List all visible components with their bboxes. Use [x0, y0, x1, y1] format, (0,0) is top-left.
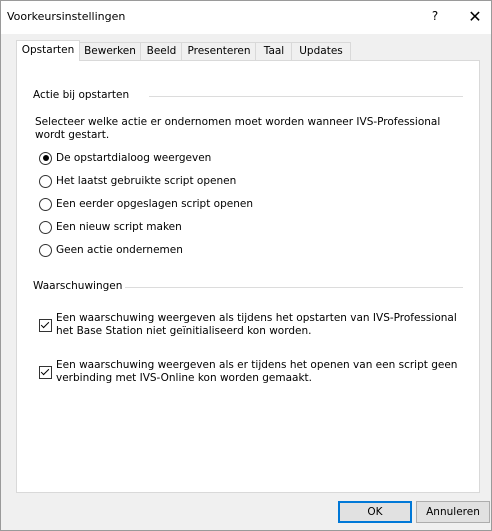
radio-label: Een nieuw script maken [56, 221, 182, 233]
warnings-group-divider [125, 287, 463, 288]
help-button[interactable]: ? [425, 9, 445, 27]
radio-button[interactable] [39, 197, 52, 211]
tab-panel-opstarten: Actie bij opstarten Selecteer welke acti… [16, 60, 480, 493]
tab-beeld[interactable]: Beeld [140, 42, 183, 60]
title-bar: Voorkeursinstellingen ? ✕ [1, 1, 491, 34]
checkbox-label: Een waarschuwing weergeven als tijdens h… [56, 312, 457, 337]
tab-updates[interactable]: Updates [291, 42, 351, 60]
radio-label: Een eerder opgeslagen script openen [56, 198, 253, 210]
radio-button[interactable] [39, 220, 52, 234]
radio-button-checked[interactable] [39, 151, 52, 165]
tab-bewerken[interactable]: Bewerken [78, 42, 142, 60]
warnings-group-header: Waarschuwingen [33, 280, 123, 292]
radio-new-script[interactable]: Een nieuw script maken [39, 219, 182, 235]
tab-presenteren[interactable]: Presenteren [181, 42, 257, 60]
radio-open-last-script[interactable]: Het laatst gebruikte script openen [39, 173, 236, 189]
preferences-dialog: Voorkeursinstellingen ? ✕ Opstarten Bewe… [0, 0, 492, 531]
checkbox-checked[interactable] [39, 319, 52, 332]
checkbox-checked[interactable] [39, 366, 52, 379]
tab-taal[interactable]: Taal [255, 42, 293, 60]
startup-description: Selecteer welke actie er ondernomen moet… [35, 116, 441, 141]
tab-opstarten[interactable]: Opstarten [16, 40, 80, 61]
radio-no-action[interactable]: Geen actie ondernemen [39, 242, 183, 258]
radio-label: Het laatst gebruikte script openen [56, 175, 237, 187]
startup-group-header: Actie bij opstarten [33, 89, 130, 101]
radio-button[interactable] [39, 174, 52, 188]
radio-label: Geen actie ondernemen [56, 244, 183, 256]
radio-label: De opstartdialoog weergeven [56, 152, 212, 164]
cancel-button[interactable]: Annuleren [416, 501, 490, 523]
checkbox-label: Een waarschuwing weergeven als er tijden… [56, 359, 458, 384]
window-title: Voorkeursinstellingen [7, 10, 126, 23]
startup-group-divider [149, 96, 463, 97]
radio-show-startup-dialog[interactable]: De opstartdialoog weergeven [39, 150, 211, 166]
ok-button[interactable]: OK [338, 501, 412, 523]
checkbox-ivs-online-warning[interactable]: Een waarschuwing weergeven als er tijden… [39, 359, 459, 387]
checkbox-base-station-warning[interactable]: Een waarschuwing weergeven als tijdens h… [39, 312, 459, 340]
radio-open-saved-script[interactable]: Een eerder opgeslagen script openen [39, 196, 253, 212]
close-icon[interactable]: ✕ [463, 7, 487, 29]
radio-button[interactable] [39, 243, 52, 257]
